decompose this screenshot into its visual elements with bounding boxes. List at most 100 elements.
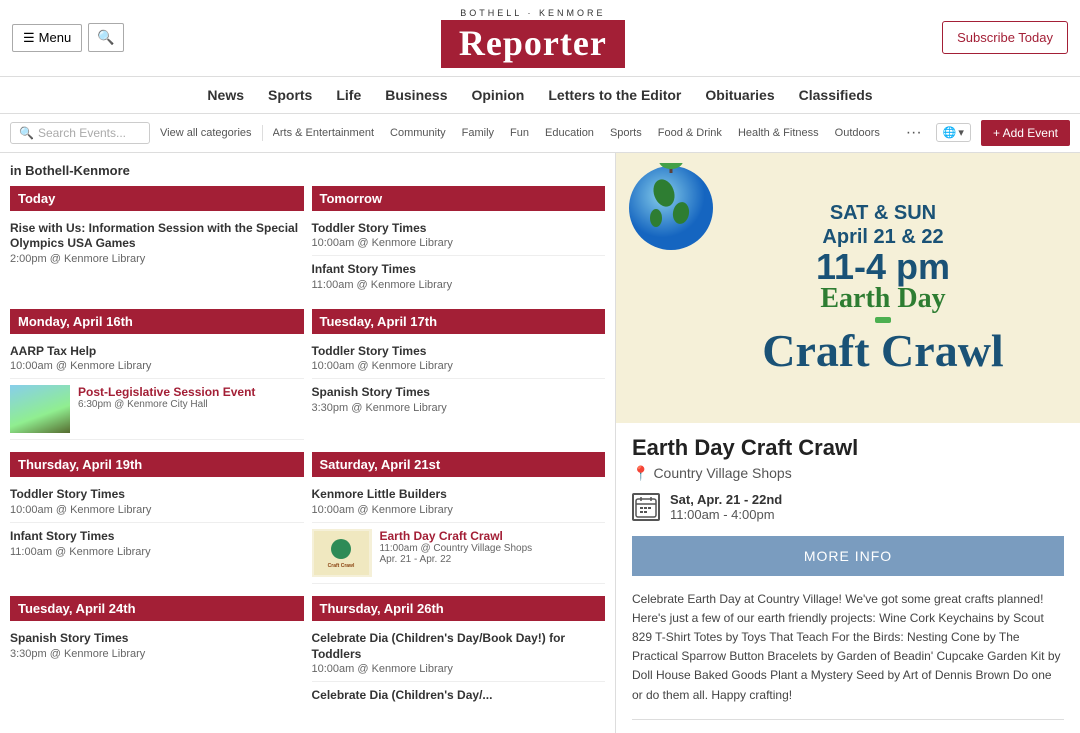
event-kenmore-builders[interactable]: Kenmore Little Builders 10:00am @ Kenmor… [312,481,606,523]
day-thursday-apr26-header: Thursday, April 26th [312,596,606,621]
detail-venue-name: Country Village Shops [653,465,791,481]
nav-obituaries[interactable]: Obituaries [705,87,774,103]
detail-date-time: Sat, Apr. 21 - 22nd 11:00am - 4:00pm [670,492,782,522]
subscribe-button[interactable]: Subscribe Today [942,21,1068,54]
menu-button[interactable]: ☰ Menu [12,24,82,52]
calendar-icon [632,493,660,521]
nav-life[interactable]: Life [336,87,361,103]
detail-venue-row: 📍 Country Village Shops [632,465,1064,482]
cat-health[interactable]: Health & Fitness [738,127,819,139]
event-title: Earth Day Craft Crawl [380,529,606,543]
main-content: in Bothell-Kenmore Today Rise with Us: I… [0,153,1080,733]
event-title: Infant Story Times [312,262,606,278]
category-tags: Arts & Entertainment Community Family Fu… [273,127,892,139]
day-thursday-apr19-header: Thursday, April 19th [10,452,304,477]
detail-image-earth-day: Earth Day [762,285,1003,313]
nav-letters[interactable]: Letters to the Editor [548,87,681,103]
event-title: Toddler Story Times [10,487,304,503]
earth-globe-svg [626,163,716,253]
nav-classifieds[interactable]: Classifieds [799,87,873,103]
detail-info: Earth Day Craft Crawl 📍 Country Village … [616,423,1080,733]
nav-business[interactable]: Business [385,87,447,103]
event-thumbnail: Craft Crawl [312,529,372,577]
ribbon [875,317,891,323]
top-bar: ☰ Menu 🔍 BOTHELL · KENMORE Reporter Subs… [0,0,1080,77]
cat-community[interactable]: Community [390,127,446,139]
day-tomorrow: Tomorrow Toddler Story Times 10:00am @ K… [312,186,606,297]
event-meta: 10:00am @ Kenmore Library [10,360,304,372]
day-saturday-apr21-header: Saturday, April 21st [312,452,606,477]
day-saturday-apr21: Saturday, April 21st Kenmore Little Buil… [312,452,606,584]
day-tomorrow-header: Tomorrow [312,186,606,211]
cat-food[interactable]: Food & Drink [658,127,722,139]
globe-icon: 🌐 [943,126,957,139]
craft-thumb-svg: Craft Crawl [314,531,369,575]
event-meta: 10:00am @ Kenmore Library [312,504,606,516]
logo-text[interactable]: Reporter [441,20,625,68]
nav-news[interactable]: News [207,87,244,103]
more-categories-button[interactable]: ··· [902,124,926,142]
day-thursday-apr26: Thursday, April 26th Celebrate Dia (Chil… [312,596,606,711]
day-today-header: Today [10,186,304,211]
event-meta: 10:00am @ Kenmore Library [312,663,606,675]
event-spanish-story-tue[interactable]: Spanish Story Times 3:30pm @ Kenmore Lib… [312,379,606,420]
add-event-button[interactable]: + Add Event [981,120,1070,146]
event-toddler-story-tomorrow[interactable]: Toddler Story Times 10:00am @ Kenmore Li… [312,215,606,257]
cat-outdoors[interactable]: Outdoors [835,127,880,139]
event-info: Post-Legislative Session Event 6:30pm @ … [78,385,304,410]
event-dia-toddlers[interactable]: Celebrate Dia (Children's Day/Book Day!)… [312,625,606,682]
event-aarp-tax[interactable]: AARP Tax Help 10:00am @ Kenmore Library [10,338,304,380]
event-meta: 11:00am @ Country Village Shops [380,543,606,554]
event-infant-story-tomorrow[interactable]: Infant Story Times 11:00am @ Kenmore Lib… [312,256,606,297]
globe-arrow: ▾ [958,126,964,139]
event-earth-day-craft[interactable]: Craft Crawl Earth Day Craft Crawl 11:00a… [312,523,606,584]
calendar-svg [634,495,658,519]
event-date-range: Apr. 21 - Apr. 22 [380,554,606,565]
day-tuesday-apr24-header: Tuesday, April 24th [10,596,304,621]
day-tuesday-header: Tuesday, April 17th [312,309,606,334]
day-monday-header: Monday, April 16th [10,309,304,334]
event-infant-story-thu19[interactable]: Infant Story Times 11:00am @ Kenmore Lib… [10,523,304,564]
event-title: Toddler Story Times [312,221,606,237]
view-all-categories-button[interactable]: View all categories [160,127,252,139]
cat-arts[interactable]: Arts & Entertainment [273,127,375,139]
location-label: in Bothell-Kenmore [10,163,605,178]
nav-sports[interactable]: Sports [268,87,312,103]
search-events-input[interactable]: 🔍 Search Events... [10,122,150,144]
day-thursday-apr19: Thursday, April 19th Toddler Story Times… [10,452,304,584]
more-info-button[interactable]: MORE INFO [632,536,1064,576]
event-info: Earth Day Craft Crawl 11:00am @ Country … [380,529,606,565]
detail-image-content: SAT & SUNApril 21 & 22 11-4 pm Earth Day… [752,191,1013,384]
cat-education[interactable]: Education [545,127,594,139]
detail-image-craft-crawl: Craft Crawl [762,328,1003,374]
event-meta: 11:00am @ Kenmore Library [312,279,606,291]
event-toddler-story-tue[interactable]: Toddler Story Times 10:00am @ Kenmore Li… [312,338,606,380]
event-spanish-story-apr24[interactable]: Spanish Story Times 3:30pm @ Kenmore Lib… [10,625,304,666]
detail-image-dates: SAT & SUNApril 21 & 22 [762,201,1003,249]
day-monday-apr16: Monday, April 16th AARP Tax Help 10:00am… [10,309,304,441]
hamburger-icon: ☰ [23,30,35,46]
location-pin-icon: 📍 [632,465,649,482]
search-events-icon: 🔍 [19,126,34,140]
event-thumbnail [10,385,70,433]
search-button[interactable]: 🔍 [88,23,123,52]
event-toddler-story-thu19[interactable]: Toddler Story Times 10:00am @ Kenmore Li… [10,481,304,523]
event-meta: 10:00am @ Kenmore Library [10,504,304,516]
nav-opinion[interactable]: Opinion [471,87,524,103]
detail-venue-section: Country Village Shops 23718 Bothell Ever… [632,719,1064,733]
cat-sports[interactable]: Sports [610,127,642,139]
event-post-legislative[interactable]: Post-Legislative Session Event 6:30pm @ … [10,379,304,440]
cat-family[interactable]: Family [462,127,494,139]
event-title: Kenmore Little Builders [312,487,606,503]
event-dia-children[interactable]: Celebrate Dia (Children's Day/... [312,682,606,711]
globe-language-button[interactable]: 🌐 ▾ [936,123,971,142]
events-panel: in Bothell-Kenmore Today Rise with Us: I… [0,153,615,733]
event-meta: 3:30pm @ Kenmore Library [312,402,606,414]
logo-area: BOTHELL · KENMORE Reporter [441,8,625,68]
cat-fun[interactable]: Fun [510,127,529,139]
craft-thumb-image: Craft Crawl [312,529,372,577]
event-meta: 3:30pm @ Kenmore Library [10,648,304,660]
day-tuesday-apr17: Tuesday, April 17th Toddler Story Times … [312,309,606,441]
event-meta: 6:30pm @ Kenmore City Hall [78,399,304,410]
event-rise-with-us[interactable]: Rise with Us: Information Session with t… [10,215,304,271]
